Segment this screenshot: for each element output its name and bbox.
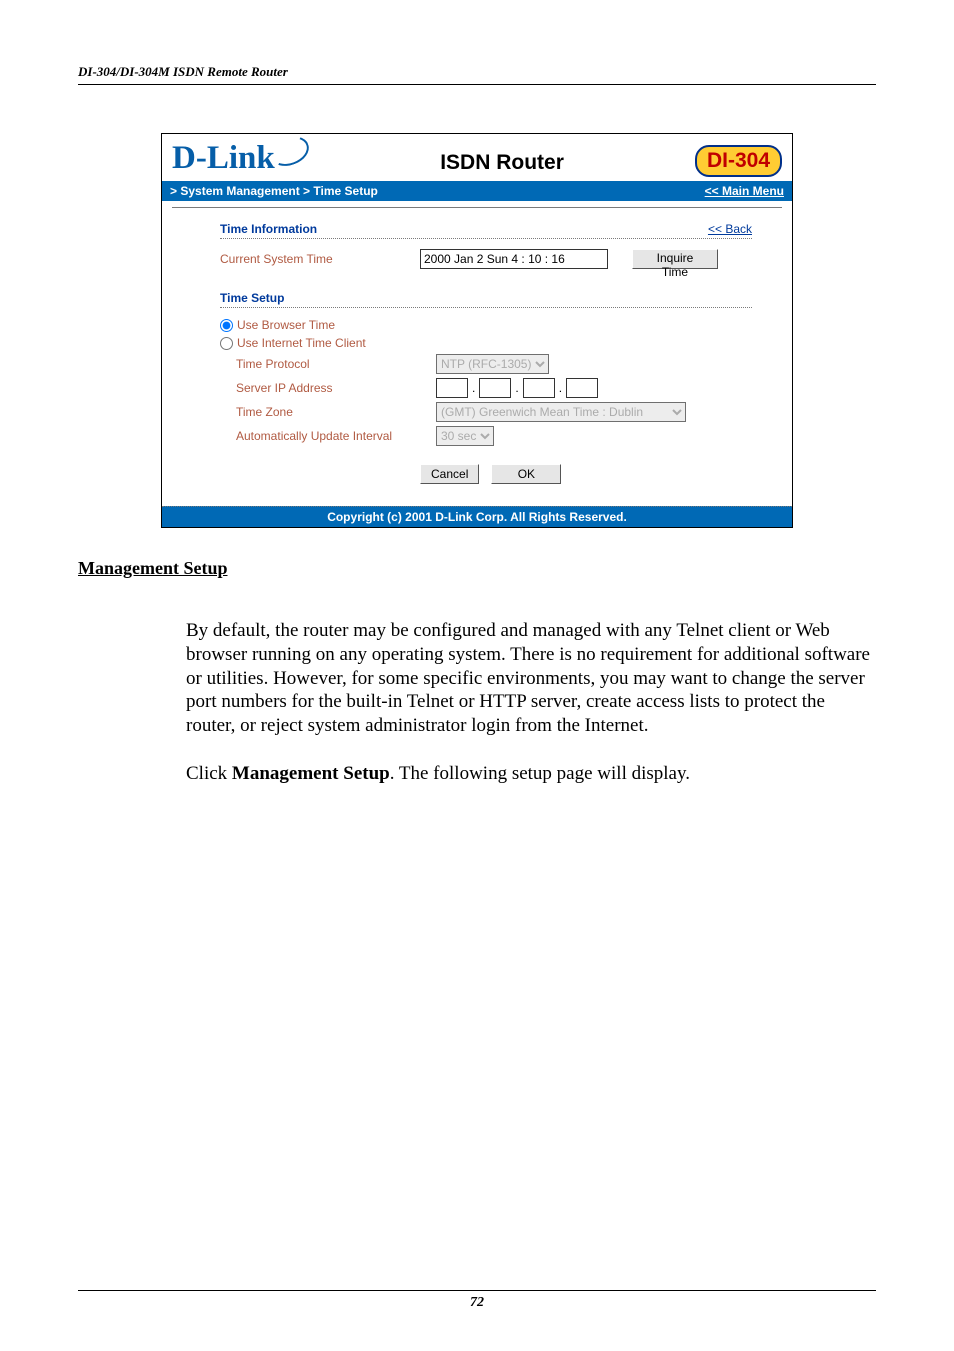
radio-browser-time[interactable]: Use Browser Time <box>220 318 752 332</box>
row-time-protocol: Time Protocol NTP (RFC-1305) <box>220 354 752 374</box>
heading-management-setup: Management Setup <box>78 558 876 579</box>
label-update-interval: Automatically Update Interval <box>220 429 436 443</box>
screenshot-copyright: Copyright (c) 2001 D-Link Corp. All Righ… <box>162 506 792 527</box>
paragraph-1: By default, the router may be configured… <box>78 619 876 738</box>
label-time-zone: Time Zone <box>220 405 436 419</box>
inquire-time-button[interactable]: Inquire Time <box>632 249 718 269</box>
main-menu-link[interactable]: << Main Menu <box>705 184 784 198</box>
radio-internet-time[interactable]: Use Internet Time Client <box>220 336 752 350</box>
model-badge: DI-304 <box>695 145 782 177</box>
screenshot-header: D-Link ISDN Router DI-304 <box>162 134 792 181</box>
section-time-information: Time Information << Back <box>220 222 752 239</box>
ip-octet-2[interactable] <box>479 378 511 398</box>
paragraph-2: Click Management Setup. The following se… <box>78 762 876 786</box>
label-server-ip: Server IP Address <box>220 381 436 395</box>
radio-browser-time-input[interactable] <box>220 319 233 332</box>
ip-octet-4[interactable] <box>566 378 598 398</box>
logo-text: D-Link <box>172 140 275 176</box>
header-title: ISDN Router <box>309 151 695 177</box>
running-header: DI-304/DI-304M ISDN Remote Router <box>78 64 876 85</box>
server-ip-group: . . . <box>436 378 752 398</box>
back-link[interactable]: << Back <box>708 222 752 236</box>
ok-button[interactable]: OK <box>491 464 561 484</box>
current-time-field[interactable] <box>420 249 608 269</box>
row-current-time: Current System Time Inquire Time <box>220 249 752 269</box>
time-protocol-select[interactable]: NTP (RFC-1305) <box>436 354 549 374</box>
label-time-protocol: Time Protocol <box>220 357 436 371</box>
section-time-setup: Time Setup <box>220 291 752 308</box>
radio-internet-time-label: Use Internet Time Client <box>237 336 366 350</box>
page-footer: 72 <box>78 1290 876 1311</box>
row-time-zone: Time Zone (GMT) Greenwich Mean Time : Du… <box>220 402 752 422</box>
breadcrumb-bar: > System Management > Time Setup << Main… <box>162 181 792 201</box>
time-info-title: Time Information <box>220 222 317 236</box>
ip-octet-1[interactable] <box>436 378 468 398</box>
breadcrumb: > System Management > Time Setup <box>170 184 378 198</box>
radio-internet-time-input[interactable] <box>220 337 233 350</box>
ip-octet-3[interactable] <box>523 378 555 398</box>
router-screenshot: D-Link ISDN Router DI-304 > System Manag… <box>161 133 793 528</box>
label-current-time: Current System Time <box>220 252 420 266</box>
update-interval-select[interactable]: 30 sec <box>436 426 494 446</box>
radio-browser-time-label: Use Browser Time <box>237 318 335 332</box>
page-number: 72 <box>470 1295 484 1310</box>
dlink-logo: D-Link <box>172 140 309 177</box>
button-bar: Cancel OK <box>220 464 752 484</box>
panel: Time Information << Back Current System … <box>162 208 792 494</box>
time-zone-select[interactable]: (GMT) Greenwich Mean Time : Dublin <box>436 402 686 422</box>
row-server-ip: Server IP Address . . . <box>220 378 752 398</box>
cancel-button[interactable]: Cancel <box>420 464 479 484</box>
row-update-interval: Automatically Update Interval 30 sec <box>220 426 752 446</box>
time-setup-title: Time Setup <box>220 291 284 305</box>
